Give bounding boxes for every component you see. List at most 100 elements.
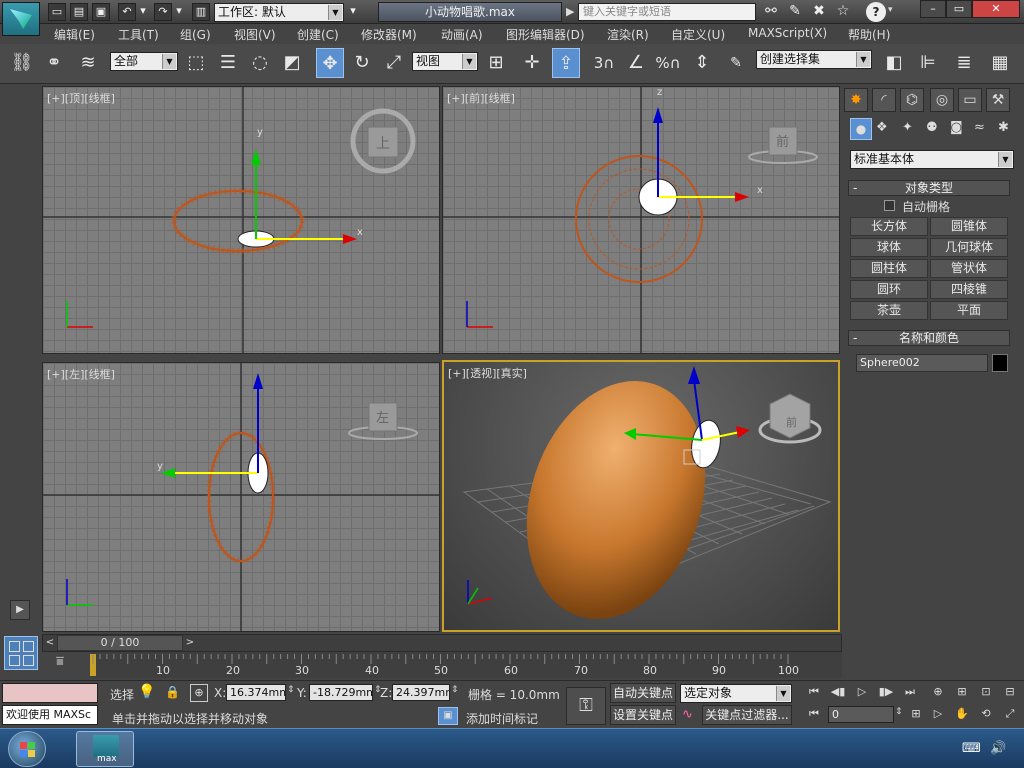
layer-manager-icon[interactable]: ≣ — [950, 48, 978, 78]
binoculars-icon[interactable]: ⚯ — [762, 3, 780, 21]
time-next-icon[interactable]: > — [183, 635, 197, 651]
z-spinner-icon[interactable]: ⇕ — [451, 685, 459, 695]
expand-search-icon[interactable]: ▶ — [566, 5, 574, 18]
viewport-layout-icon[interactable] — [4, 636, 38, 670]
time-slider-thumb[interactable]: 0 / 100 — [57, 635, 183, 651]
keyboard-tray-icon[interactable]: ⌨ — [962, 741, 981, 756]
align-icon[interactable]: ⊫ — [914, 48, 942, 78]
add-time-tag-button[interactable]: 添加时间标记 — [466, 710, 538, 727]
cameras-category-icon[interactable]: ⚉ — [926, 120, 938, 135]
box-button[interactable]: 长方体 — [850, 217, 928, 236]
search-input[interactable]: 键入关键字或短语 — [578, 3, 756, 21]
redo-icon[interactable]: ↷ — [154, 3, 172, 21]
zoom-extents-icon[interactable]: ⊡ — [976, 683, 996, 701]
new-file-icon[interactable]: ▭ — [48, 3, 66, 21]
communication-center-icon[interactable]: ✎ — [786, 3, 804, 21]
minimize-button[interactable]: – — [920, 0, 946, 18]
sphere-button[interactable]: 球体 — [850, 238, 928, 257]
x-spinner-icon[interactable]: ⇕ — [287, 685, 295, 695]
bind-space-warp-icon[interactable]: ≋ — [74, 48, 102, 78]
region-select-icon[interactable]: ◌ — [246, 48, 274, 78]
maxscript-listener-pink[interactable] — [2, 683, 98, 703]
selection-filter-dropdown[interactable]: 全部 ▼ — [110, 52, 178, 71]
volume-tray-icon[interactable]: 🔊 — [990, 741, 1006, 756]
mirror-icon[interactable]: ◧ — [880, 48, 908, 78]
selection-lock-icon[interactable]: 🔒 — [165, 685, 180, 699]
go-to-start-icon[interactable]: ⏮ — [804, 683, 824, 701]
time-slider[interactable]: < 0 / 100 > — [42, 634, 842, 652]
start-button[interactable] — [8, 731, 46, 767]
named-selection-set-dropdown[interactable]: 创建选择集 ▼ — [756, 50, 872, 69]
menu-customize[interactable]: 自定义(U) — [671, 26, 725, 43]
torus-button[interactable]: 圆环 — [850, 280, 928, 299]
isolate-selection-icon[interactable]: 💡 — [138, 684, 155, 700]
menu-modifiers[interactable]: 修改器(M) — [361, 26, 417, 43]
cylinder-button[interactable]: 圆柱体 — [850, 259, 928, 278]
track-bar[interactable]: 10 20 30 40 50 60 70 80 90 100 — [90, 652, 842, 678]
reference-coordinate-dropdown[interactable]: 视图 ▼ — [412, 52, 478, 71]
keyboard-shortcut-override-icon[interactable]: ⇪ — [552, 48, 580, 78]
z-coordinate-input[interactable]: 24.397mm — [392, 684, 450, 701]
time-config-icon[interactable]: ⊞ — [906, 705, 926, 723]
workspace-dropdown[interactable]: 工作区: 默认 ▼ — [214, 3, 344, 22]
maximize-viewport-icon[interactable]: ⤢ — [1000, 705, 1020, 723]
systems-category-icon[interactable]: ✱ — [998, 120, 1009, 135]
select-and-scale-icon[interactable]: ⤢ — [380, 48, 408, 78]
menu-create[interactable]: 创建(C) — [297, 26, 339, 43]
save-file-icon[interactable]: ▣ — [92, 3, 110, 21]
pan-icon[interactable]: ✋ — [952, 705, 972, 723]
maximize-button[interactable]: ▭ — [946, 0, 972, 18]
select-object-icon[interactable]: ⬚ — [182, 48, 210, 78]
modify-tab-icon[interactable]: ◜ — [872, 88, 896, 112]
go-to-end-icon[interactable]: ⏭ — [900, 683, 920, 701]
select-and-rotate-icon[interactable]: ↻ — [348, 48, 376, 78]
menu-maxscript[interactable]: MAXScript(X) — [748, 26, 827, 40]
key-mode-dropdown[interactable]: 选定对象 ▼ — [680, 684, 792, 703]
zoom-all-icon[interactable]: ⊞ — [952, 683, 972, 701]
zoom-extents-all-icon[interactable]: ⊟ — [1000, 683, 1020, 701]
spinner-snap-icon[interactable]: ⇕ — [688, 48, 716, 78]
menu-graph-editors[interactable]: 图形编辑器(D) — [506, 26, 585, 43]
auto-key-button[interactable]: 自动关键点 — [610, 683, 676, 703]
viewport-top[interactable]: [+][顶][线框] x y 上 — [42, 86, 440, 354]
pyramid-button[interactable]: 四棱锥 — [930, 280, 1008, 299]
viewport-front[interactable]: [+][前][线框] x z 前 — [442, 86, 840, 354]
snap-toggle-icon[interactable]: 3∩ — [590, 48, 618, 78]
object-color-swatch[interactable] — [992, 354, 1008, 372]
angle-snap-icon[interactable]: ∠ — [622, 48, 650, 78]
time-tag-icon[interactable]: ▣ — [438, 707, 458, 725]
help-dropdown-icon[interactable]: ▾ — [888, 5, 893, 15]
shapes-category-icon[interactable]: ❖ — [876, 120, 888, 135]
create-tab-icon[interactable]: ✸ — [844, 88, 868, 112]
mini-curve-editor-icon[interactable]: ⩸ — [50, 654, 70, 674]
lights-category-icon[interactable]: ✦ — [902, 120, 913, 135]
zoom-icon[interactable]: ⊕ — [928, 683, 948, 701]
help-icon[interactable]: ? — [866, 2, 886, 22]
set-key-icon[interactable]: ⚿ — [566, 687, 606, 725]
expand-panel-icon[interactable]: ▶ — [10, 600, 30, 620]
object-name-input[interactable]: Sphere002 — [856, 354, 988, 372]
teapot-button[interactable]: 茶壶 — [850, 301, 928, 320]
close-button[interactable]: ✕ — [972, 0, 1020, 18]
orbit-icon[interactable]: ⟲ — [976, 705, 996, 723]
name-and-color-rollout[interactable]: - 名称和颜色 — [848, 330, 1010, 346]
frame-spinner-icon[interactable]: ⇕ — [895, 707, 903, 717]
current-frame-input[interactable]: 0 — [828, 706, 894, 723]
set-key-button[interactable]: 设置关键点 — [610, 705, 676, 725]
select-manipulate-icon[interactable]: ✛ — [518, 48, 546, 78]
project-folder-icon[interactable]: ▥ — [192, 3, 210, 21]
unlink-icon[interactable]: ⚭ — [40, 48, 68, 78]
percent-snap-icon[interactable]: %∩ — [654, 48, 682, 78]
previous-frame-icon[interactable]: ◀▮ — [828, 683, 848, 701]
viewport-left[interactable]: [+][左][线框] y 左 — [42, 362, 440, 632]
quick-access-dropdown-icon[interactable]: ▾ — [346, 3, 360, 21]
menu-views[interactable]: 视图(V) — [234, 26, 276, 43]
viewport-perspective[interactable]: [+][透视][真实] 前 — [442, 360, 840, 632]
menu-rendering[interactable]: 渲染(R) — [607, 26, 649, 43]
menu-animation[interactable]: 动画(A) — [441, 26, 483, 43]
helpers-category-icon[interactable]: ◙ — [950, 120, 963, 135]
hierarchy-tab-icon[interactable]: ⌬ — [900, 88, 924, 112]
menu-group[interactable]: 组(G) — [180, 26, 211, 43]
pivot-center-icon[interactable]: ⊞ — [482, 48, 510, 78]
key-filters-button[interactable]: 关键点过滤器... — [702, 705, 792, 725]
